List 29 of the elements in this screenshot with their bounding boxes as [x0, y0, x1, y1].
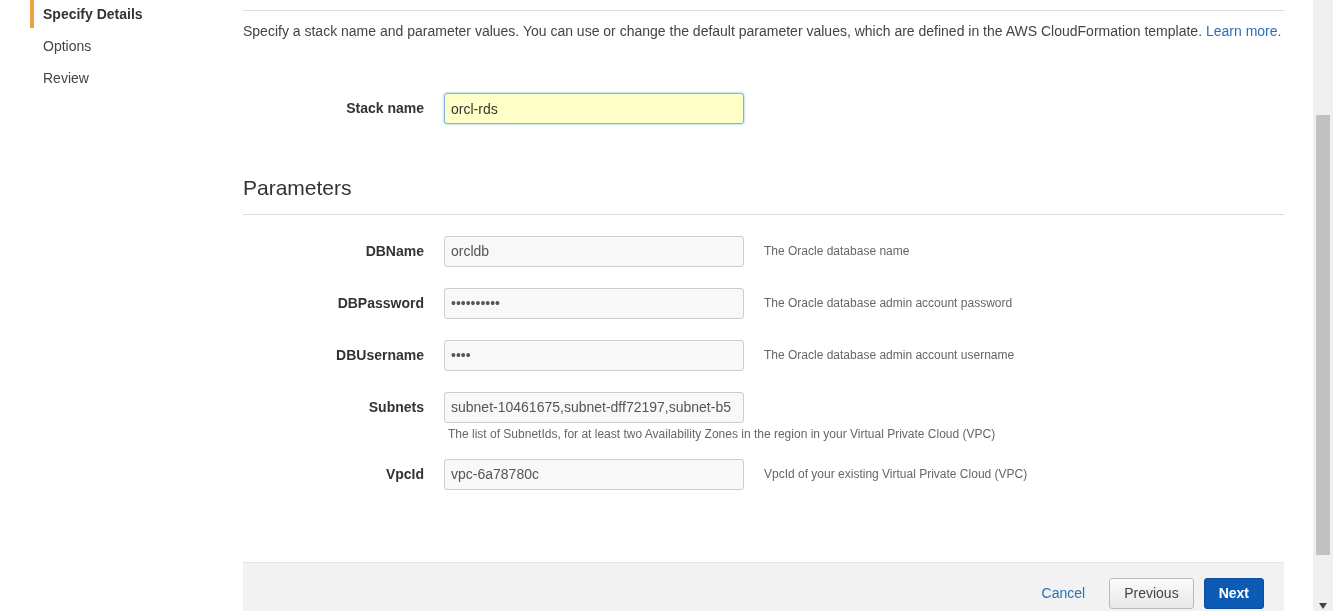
field-label: DBUsername — [335, 345, 424, 365]
help-text: The Oracle database admin account username — [764, 347, 1015, 364]
section-heading: Parameters — [243, 172, 1284, 215]
scrollbar[interactable] — [1313, 0, 1333, 611]
sidebar-item[interactable]: Specify Details — [30, 0, 143, 28]
help-text: The Oracle database admin account password — [764, 295, 1013, 312]
help-text: The list of SubnetIds, for at least two Availability Zones in the region in your Virtual Private Cloud (VPC) — [448, 425, 997, 443]
field-label: DBPassword — [336, 293, 424, 313]
previous-button[interactable]: Previous — [1109, 578, 1194, 609]
field-label: DBName — [364, 241, 424, 261]
help-text: VpcId of your existing Virtual Private Cloud (VPC) — [764, 466, 1028, 483]
scroll-down-icon[interactable] — [1319, 603, 1327, 609]
field-label: VpcId — [384, 464, 424, 484]
sidebar-item[interactable]: Review — [30, 64, 89, 92]
parameter-field[interactable]: subnet-10461675,subnet-dff72197,subnet-b5 — [444, 391, 744, 423]
learn-more-link[interactable]: Learn more. — [1205, 23, 1282, 39]
field-label: Stack name — [345, 99, 424, 118]
parameter-field[interactable]: •••••••••• — [444, 287, 744, 319]
parameter-field[interactable]: vpc-6a78780c — [444, 458, 744, 490]
help-text: The Oracle database name — [764, 243, 910, 260]
next-button[interactable]: Next — [1203, 578, 1264, 609]
description-text: Specify a stack name and parameter values. You can use or change the default parameter values, which are defined in the AWS CloudFormation template. Learn more. — [243, 22, 1283, 41]
cancel-link[interactable]: Cancel — [1027, 578, 1100, 609]
sidebar-item[interactable]: Options — [30, 32, 92, 60]
stack-name-field[interactable]: orcl-rds — [444, 93, 744, 124]
scrollbar-thumb[interactable] — [1316, 115, 1330, 555]
parameter-field[interactable]: •••• — [444, 339, 744, 371]
parameter-field[interactable]: orcldb — [444, 235, 744, 267]
field-label: Subnets — [367, 397, 424, 417]
